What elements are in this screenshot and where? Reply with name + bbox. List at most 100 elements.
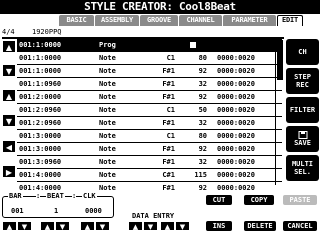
event-length: 0000:0020 xyxy=(217,80,255,88)
resolution: 1920PPQ xyxy=(32,28,62,36)
ctrl-icon xyxy=(189,41,197,49)
tab-assembly[interactable]: ASSEMBLY xyxy=(95,15,139,26)
filter-button[interactable]: FILTER xyxy=(286,97,319,123)
event-row[interactable]: 001:2:0000 Note F#1 92 0000:0020 xyxy=(17,91,282,103)
event-type: Note xyxy=(99,132,116,140)
event-type: Note xyxy=(99,93,116,101)
scrollbar[interactable] xyxy=(275,40,283,185)
tab-basic[interactable]: BASIC xyxy=(59,15,94,26)
event-velocity: 115 xyxy=(194,171,207,179)
arrow-down-icon[interactable]: ▼ xyxy=(143,221,158,231)
event-type: Note xyxy=(99,106,116,114)
tab-parameter[interactable]: PARAMETER xyxy=(223,15,276,26)
arrow-down-icon[interactable]: ▼ xyxy=(3,115,15,126)
event-length: 0000:0020 xyxy=(217,171,255,179)
cut-button[interactable]: CUT xyxy=(206,195,232,205)
window-title: STYLE CREATOR: Cool8Beat xyxy=(0,0,320,14)
event-note: C1 xyxy=(166,106,175,114)
data-entry-label: DATA ENTRY xyxy=(132,212,175,220)
event-length: 0000:0020 xyxy=(217,54,255,62)
event-position: 001:4:0000 xyxy=(19,171,62,179)
event-velocity: 32 xyxy=(198,158,207,166)
tab-channel[interactable]: CHANNEL xyxy=(179,15,222,26)
event-position: 001:1:0000 xyxy=(19,54,62,62)
event-row[interactable]: 001:3:0000 Note C1 80 0000:0020 xyxy=(17,130,282,142)
ch-button-label: CH xyxy=(298,48,307,56)
event-position: 001:3:0000 xyxy=(19,132,62,140)
ch-button[interactable]: CH xyxy=(286,39,319,65)
event-note: C1 xyxy=(166,132,175,140)
event-row[interactable]: 001:3:0000 Note F#1 92 0000:0020 xyxy=(17,143,282,155)
event-position: 001:1:0000 xyxy=(19,67,62,75)
delete-button[interactable]: DELETE xyxy=(244,221,276,231)
arrow-up-icon[interactable]: ▲ xyxy=(80,221,95,231)
filter-button-label: FILTER xyxy=(289,106,316,114)
event-length: 0000:0020 xyxy=(217,158,255,166)
arrow-down-icon[interactable]: ▼ xyxy=(55,221,70,231)
event-position: 001:1:0000 xyxy=(19,41,62,49)
arrow-up-icon[interactable]: ▲ xyxy=(40,221,55,231)
event-position: 001:2:0960 xyxy=(19,119,62,127)
event-position: 001:1:0960 xyxy=(19,80,62,88)
clk-label: CLK xyxy=(82,192,97,200)
bar-updown: ▲ ▼ xyxy=(2,221,32,231)
tab-bar: BASIC ASSEMBLY GROOVE CHANNEL PARAMETER … xyxy=(59,15,304,26)
beat-value: 1 xyxy=(54,207,59,215)
event-row[interactable]: 001:1:0000 Note C1 80 0000:0020 xyxy=(17,52,282,64)
arrow-up-icon[interactable]: ▲ xyxy=(128,221,143,231)
arrow-right-icon[interactable]: ▶ xyxy=(3,166,15,177)
event-row[interactable]: 001:2:0960 Note F#1 32 0000:0020 xyxy=(17,117,282,129)
arrow-down-icon[interactable]: ▼ xyxy=(3,65,15,76)
arrow-down-icon[interactable]: ▼ xyxy=(95,221,110,231)
event-row[interactable]: 001:3:0960 Note F#1 32 0000:0020 xyxy=(17,156,282,168)
event-type: Note xyxy=(99,145,116,153)
event-row[interactable]: 001:1:0000 Prog xyxy=(17,39,282,51)
event-type: Note xyxy=(99,158,116,166)
paste-button[interactable]: PASTE xyxy=(283,195,317,205)
ins-button[interactable]: INS xyxy=(206,221,232,231)
event-note: F#1 xyxy=(162,67,175,75)
event-length: 0000:0020 xyxy=(217,132,255,140)
scrollbar-thumb[interactable] xyxy=(277,40,283,80)
event-row[interactable]: 001:2:0960 Note C1 50 0000:0020 xyxy=(17,104,282,116)
event-row[interactable]: 001:4:0000 Note C#1 115 0000:0020 xyxy=(17,169,282,181)
step-rec-button[interactable]: STEP REC xyxy=(286,68,319,94)
multi-sel-button[interactable]: MULTI SEL. xyxy=(286,155,319,181)
arrow-down-icon[interactable]: ▼ xyxy=(175,221,190,231)
event-type: Note xyxy=(99,67,116,75)
clk-value: 0000 xyxy=(85,207,102,215)
event-velocity: 80 xyxy=(198,132,207,140)
arrow-up-icon[interactable]: ▲ xyxy=(3,41,15,52)
arrow-up-icon[interactable]: ▲ xyxy=(3,90,15,101)
event-note: F#1 xyxy=(162,93,175,101)
event-row[interactable]: 001:1:0000 Note F#1 92 0000:0020 xyxy=(17,65,282,77)
save-button[interactable]: SAVE xyxy=(286,126,319,152)
event-note: F#1 xyxy=(162,119,175,127)
arrow-up-icon[interactable]: ▲ xyxy=(2,221,17,231)
bar-value: 001 xyxy=(11,207,24,215)
tab-edit[interactable]: EDIT xyxy=(277,15,303,26)
event-row[interactable]: 001:1:0960 Note F#1 32 0000:0020 xyxy=(17,78,282,90)
tab-groove[interactable]: GROOVE xyxy=(140,15,178,26)
event-position: 001:2:0960 xyxy=(19,106,62,114)
cancel-button[interactable]: CANCEL xyxy=(283,221,317,231)
data-entry-updown-2: ▲ ▼ xyxy=(160,221,190,231)
event-type: Note xyxy=(99,80,116,88)
arrow-up-icon[interactable]: ▲ xyxy=(160,221,175,231)
event-velocity: 32 xyxy=(198,119,207,127)
event-position: 001:3:0960 xyxy=(19,158,62,166)
arrow-down-icon[interactable]: ▼ xyxy=(17,221,32,231)
event-velocity: 92 xyxy=(198,67,207,75)
event-note: F#1 xyxy=(162,158,175,166)
multi-sel-line1: MULTI xyxy=(291,160,314,168)
event-note: F#1 xyxy=(162,145,175,153)
arrow-left-icon[interactable]: ◀ xyxy=(3,141,15,152)
clk-updown: ▲ ▼ xyxy=(80,221,110,231)
event-velocity: 80 xyxy=(198,54,207,62)
event-position: 001:3:0000 xyxy=(19,145,62,153)
copy-button[interactable]: COPY xyxy=(244,195,274,205)
save-button-label: SAVE xyxy=(294,139,311,147)
event-length: 0000:0020 xyxy=(217,93,255,101)
event-note: C#1 xyxy=(162,171,175,179)
bar-label: BAR xyxy=(8,192,23,200)
